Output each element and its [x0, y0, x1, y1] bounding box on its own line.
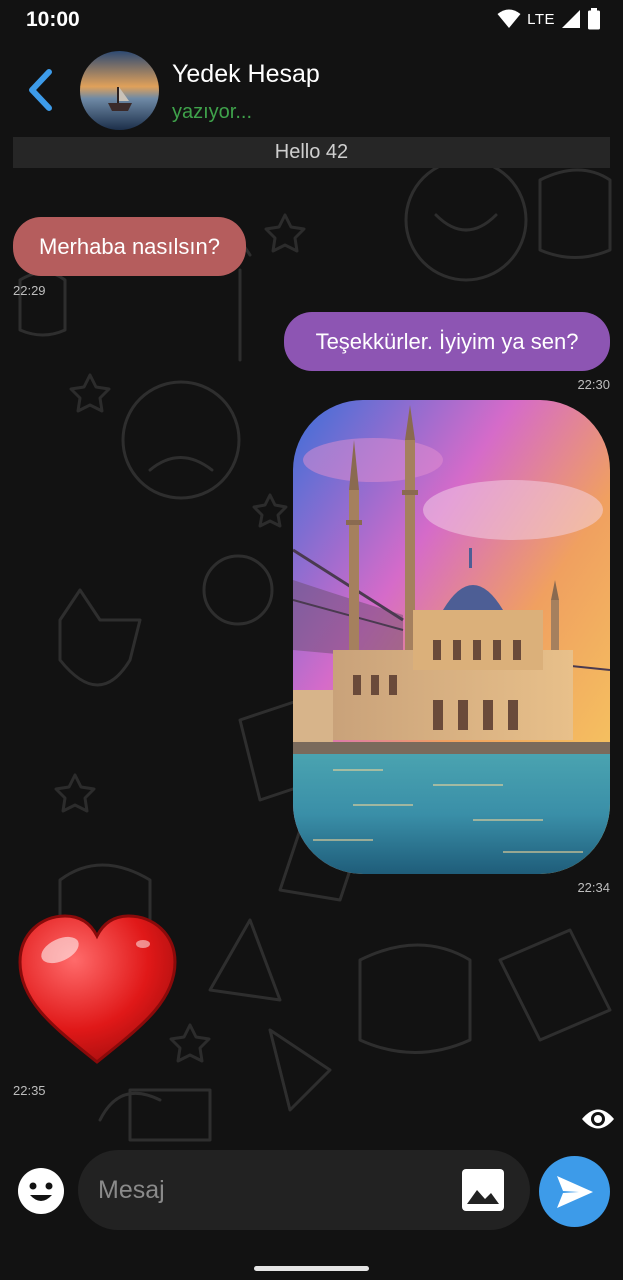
- emoji-button[interactable]: [16, 1166, 66, 1216]
- pinned-message-banner[interactable]: Hello 42: [13, 137, 610, 168]
- message-time: 22:35: [13, 1083, 46, 1098]
- message-bubble-incoming[interactable]: Merhaba nasılsın?: [13, 217, 246, 276]
- chat-header: Yedek Hesap yazıyor...: [0, 40, 623, 136]
- status-bar: 10:00 LTE: [0, 0, 623, 40]
- status-time: 10:00: [26, 8, 80, 31]
- image-message[interactable]: [293, 400, 610, 874]
- message-time: 22:29: [13, 283, 46, 298]
- typing-status: yazıyor...: [172, 101, 253, 123]
- battery-icon: [588, 8, 600, 30]
- status-icons: LTE: [497, 8, 601, 30]
- heart-icon: [18, 914, 177, 1064]
- sticker-message[interactable]: [15, 910, 180, 1070]
- avatar-image: [80, 51, 159, 130]
- eye-icon: [582, 1109, 614, 1129]
- chevron-left-icon: [29, 69, 52, 111]
- message-bubble-outgoing[interactable]: Teşekkürler. İyiyim ya sen?: [284, 312, 610, 371]
- message-composer: [0, 1150, 623, 1240]
- emoji-icon: [18, 1168, 64, 1214]
- message-time: 22:34: [577, 880, 610, 895]
- mosque-photo: [293, 400, 610, 874]
- message-input-container: [78, 1150, 530, 1230]
- contact-name[interactable]: Yedek Hesap: [172, 60, 320, 89]
- wifi-icon: [497, 9, 521, 28]
- message-time: 22:30: [577, 377, 610, 392]
- seen-indicator[interactable]: [578, 1100, 618, 1138]
- avatar[interactable]: [80, 51, 159, 130]
- gallery-icon: [462, 1169, 504, 1211]
- send-button[interactable]: [539, 1156, 610, 1227]
- home-indicator[interactable]: [254, 1266, 369, 1271]
- network-type: LTE: [527, 10, 555, 28]
- back-button[interactable]: [20, 66, 60, 114]
- send-icon: [556, 1175, 593, 1208]
- message-input[interactable]: [98, 1168, 448, 1212]
- gallery-button[interactable]: [458, 1165, 508, 1215]
- signal-icon: [562, 10, 580, 28]
